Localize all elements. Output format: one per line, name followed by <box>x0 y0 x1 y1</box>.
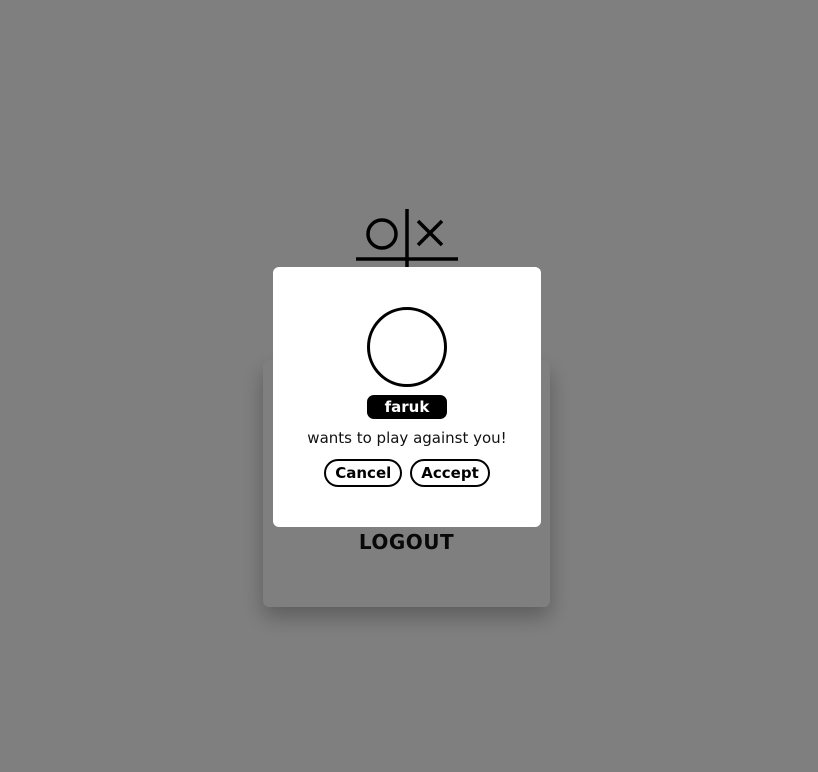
accept-button[interactable]: Accept <box>410 459 490 487</box>
game-invite-dialog: faruk wants to play against you! Cancel … <box>273 267 541 527</box>
avatar-circle-icon <box>367 307 447 387</box>
username-badge: faruk <box>367 395 447 419</box>
invite-message: wants to play against you! <box>307 429 507 447</box>
cancel-button[interactable]: Cancel <box>324 459 403 487</box>
dialog-actions: Cancel Accept <box>273 459 541 487</box>
